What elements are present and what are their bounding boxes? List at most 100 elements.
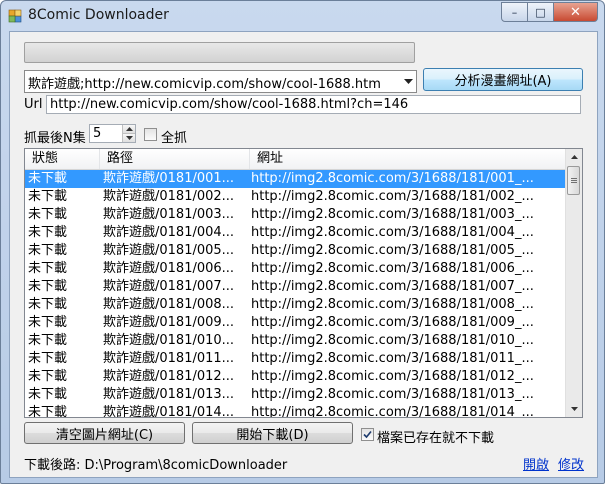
app-window: 8Comic Downloader – □ ✕ 欺詐遊戲;http://new.… <box>0 0 605 484</box>
table-row[interactable]: 未下載 欺詐遊戲/0181/012... http://img2.8comic.co… <box>25 368 566 386</box>
cell-status: 未下載 <box>28 171 68 186</box>
cell-url: http://img2.8comic.com/3/1688/181/006_..… <box>251 261 534 276</box>
url-input[interactable]: http://new.comicvip.com/show/cool-1688.h… <box>46 95 581 114</box>
list-body: 未下載 欺詐遊戲/0181/001... http://img2.8comic.co… <box>25 170 566 418</box>
cell-status: 未下載 <box>28 189 68 204</box>
table-row[interactable]: 未下載 欺詐遊戲/0181/005... http://img2.8comic.co… <box>25 242 566 260</box>
cell-status: 未下載 <box>28 225 68 240</box>
main-panel: 欺詐遊戲;http://new.comicvip.com/show/cool-1… <box>9 31 598 478</box>
table-row[interactable]: 未下載 欺詐遊戲/0181/004... http://img2.8comic.co… <box>25 224 566 242</box>
table-row[interactable]: 未下載 欺詐遊戲/0181/001... http://img2.8comic.co… <box>25 170 566 188</box>
cell-status: 未下載 <box>28 261 68 276</box>
cell-path: 欺詐遊戲/0181/012... <box>103 369 235 384</box>
table-row[interactable]: 未下載 欺詐遊戲/0181/010... http://img2.8comic.co… <box>25 332 566 350</box>
cell-url: http://img2.8comic.com/3/1688/181/012_..… <box>251 369 534 384</box>
url-label: Url <box>24 97 43 112</box>
column-header-status[interactable]: 狀態 <box>25 149 100 169</box>
table-row[interactable]: 未下載 欺詐遊戲/0181/013... http://img2.8comic.co… <box>25 386 566 404</box>
checkmark-icon <box>363 430 372 439</box>
window-title: 8Comic Downloader <box>28 7 169 23</box>
cell-path: 欺詐遊戲/0181/002... <box>103 189 235 204</box>
scroll-up-icon[interactable] <box>566 149 582 165</box>
scroll-thumb[interactable] <box>567 166 580 195</box>
cell-url: http://img2.8comic.com/3/1688/181/002_..… <box>251 189 534 204</box>
stepper-down-icon[interactable] <box>123 134 135 142</box>
table-row[interactable]: 未下載 欺詐遊戲/0181/008... http://img2.8comic.co… <box>25 296 566 314</box>
minimize-button[interactable]: – <box>501 2 528 22</box>
cell-status: 未下載 <box>28 207 68 222</box>
close-button[interactable]: ✕ <box>554 2 598 22</box>
table-row[interactable]: 未下載 欺詐遊戲/0181/002... http://img2.8comic.co… <box>25 188 566 206</box>
cell-path: 欺詐遊戲/0181/006... <box>103 261 235 276</box>
stepper-up-icon[interactable] <box>123 125 135 134</box>
list-header: 狀態 路徑 網址 <box>25 149 566 170</box>
window-controls: – □ ✕ <box>501 2 598 22</box>
cell-url: http://img2.8comic.com/3/1688/181/005_..… <box>251 243 534 258</box>
table-row[interactable]: 未下載 欺詐遊戲/0181/011... http://img2.8comic.co… <box>25 350 566 368</box>
skip-existing-label: 檔案已存在就不下載 <box>377 431 495 446</box>
cell-path: 欺詐遊戲/0181/008... <box>103 297 235 312</box>
cell-url: http://img2.8comic.com/3/1688/181/011_..… <box>251 351 534 366</box>
cell-path: 欺詐遊戲/0181/013... <box>103 387 235 402</box>
cell-path: 欺詐遊戲/0181/001... <box>103 171 235 186</box>
minimize-icon: – <box>511 5 518 19</box>
cell-status: 未下載 <box>28 315 68 330</box>
grab-all-label: 全抓 <box>161 131 188 146</box>
cell-url: http://img2.8comic.com/3/1688/181/010_..… <box>251 333 534 348</box>
analyze-url-button[interactable]: 分析漫畫網址(A) <box>423 68 583 91</box>
url-input-value: http://new.comicvip.com/show/cool-1688.h… <box>50 97 409 112</box>
download-path-text: 下載後路: D:\Program\8comicDownloader <box>24 458 288 473</box>
chevron-down-icon[interactable] <box>400 71 416 92</box>
cell-status: 未下載 <box>28 243 68 258</box>
cell-path: 欺詐遊戲/0181/003... <box>103 207 235 222</box>
table-row[interactable]: 未下載 欺詐遊戲/0181/003... http://img2.8comic.co… <box>25 206 566 224</box>
cell-status: 未下載 <box>28 297 68 312</box>
cell-url: http://img2.8comic.com/3/1688/181/001_..… <box>251 171 534 186</box>
cell-status: 未下載 <box>28 387 68 402</box>
column-header-url[interactable]: 網址 <box>250 149 566 169</box>
cell-url: http://img2.8comic.com/3/1688/181/014_..… <box>251 405 534 418</box>
last-n-value: 5 <box>93 126 102 141</box>
cell-url: http://img2.8comic.com/3/1688/181/003_..… <box>251 207 534 222</box>
cell-status: 未下載 <box>28 369 68 384</box>
last-n-label: 抓最後N集 <box>24 131 86 146</box>
comic-source-dropdown[interactable]: 欺詐遊戲;http://new.comicvip.com/show/cool-1… <box>24 70 417 93</box>
cell-url: http://img2.8comic.com/3/1688/181/013_..… <box>251 387 534 402</box>
maximize-button[interactable]: □ <box>528 2 554 22</box>
cell-status: 未下載 <box>28 333 68 348</box>
cell-url: http://img2.8comic.com/3/1688/181/009_..… <box>251 315 534 330</box>
cell-path: 欺詐遊戲/0181/004... <box>103 225 235 240</box>
close-icon: ✕ <box>570 4 581 20</box>
cell-path: 欺詐遊戲/0181/007... <box>103 279 235 294</box>
cell-path: 欺詐遊戲/0181/011... <box>103 351 235 366</box>
comic-source-value: 欺詐遊戲;http://new.comicvip.com/show/cool-1… <box>28 77 381 92</box>
edit-path-link[interactable]: 修改 <box>558 454 584 473</box>
open-folder-link[interactable]: 開啟 <box>523 454 549 473</box>
last-n-stepper[interactable]: 5 <box>89 124 136 143</box>
table-row[interactable]: 未下載 欺詐遊戲/0181/007... http://img2.8comic.co… <box>25 278 566 296</box>
cell-status: 未下載 <box>28 279 68 294</box>
grab-all-checkbox[interactable] <box>144 128 157 141</box>
stepper-buttons <box>122 125 135 142</box>
scroll-down-icon[interactable] <box>566 401 582 417</box>
clear-image-urls-button[interactable]: 清空圖片網址(C) <box>24 422 185 444</box>
image-list[interactable]: 狀態 路徑 網址 未下載 欺詐遊戲/0181/001... http://img2.… <box>24 148 583 418</box>
cell-path: 欺詐遊戲/0181/005... <box>103 243 235 258</box>
cell-path: 欺詐遊戲/0181/010... <box>103 333 235 348</box>
table-row[interactable]: 未下載 欺詐遊戲/0181/006... http://img2.8comic.co… <box>25 260 566 278</box>
skip-existing-checkbox[interactable] <box>361 428 374 441</box>
start-download-button[interactable]: 開始下載(D) <box>192 422 353 444</box>
cell-path: 欺詐遊戲/0181/014... <box>103 405 235 418</box>
table-row[interactable]: 未下載 欺詐遊戲/0181/009... http://img2.8comic.co… <box>25 314 566 332</box>
table-row[interactable]: 未下載 欺詐遊戲/0181/014... http://img2.8comic.co… <box>25 404 566 418</box>
list-scrollbar[interactable] <box>565 149 582 417</box>
cell-path: 欺詐遊戲/0181/009... <box>103 315 235 330</box>
cell-url: http://img2.8comic.com/3/1688/181/007_..… <box>251 279 534 294</box>
column-header-path[interactable]: 路徑 <box>100 149 250 169</box>
title-bar[interactable]: 8Comic Downloader – □ ✕ <box>1 1 604 31</box>
download-progress-bar <box>24 42 415 63</box>
maximize-icon: □ <box>535 5 546 19</box>
cell-url: http://img2.8comic.com/3/1688/181/004_..… <box>251 225 534 240</box>
cell-status: 未下載 <box>28 351 68 366</box>
app-icon <box>8 9 22 23</box>
